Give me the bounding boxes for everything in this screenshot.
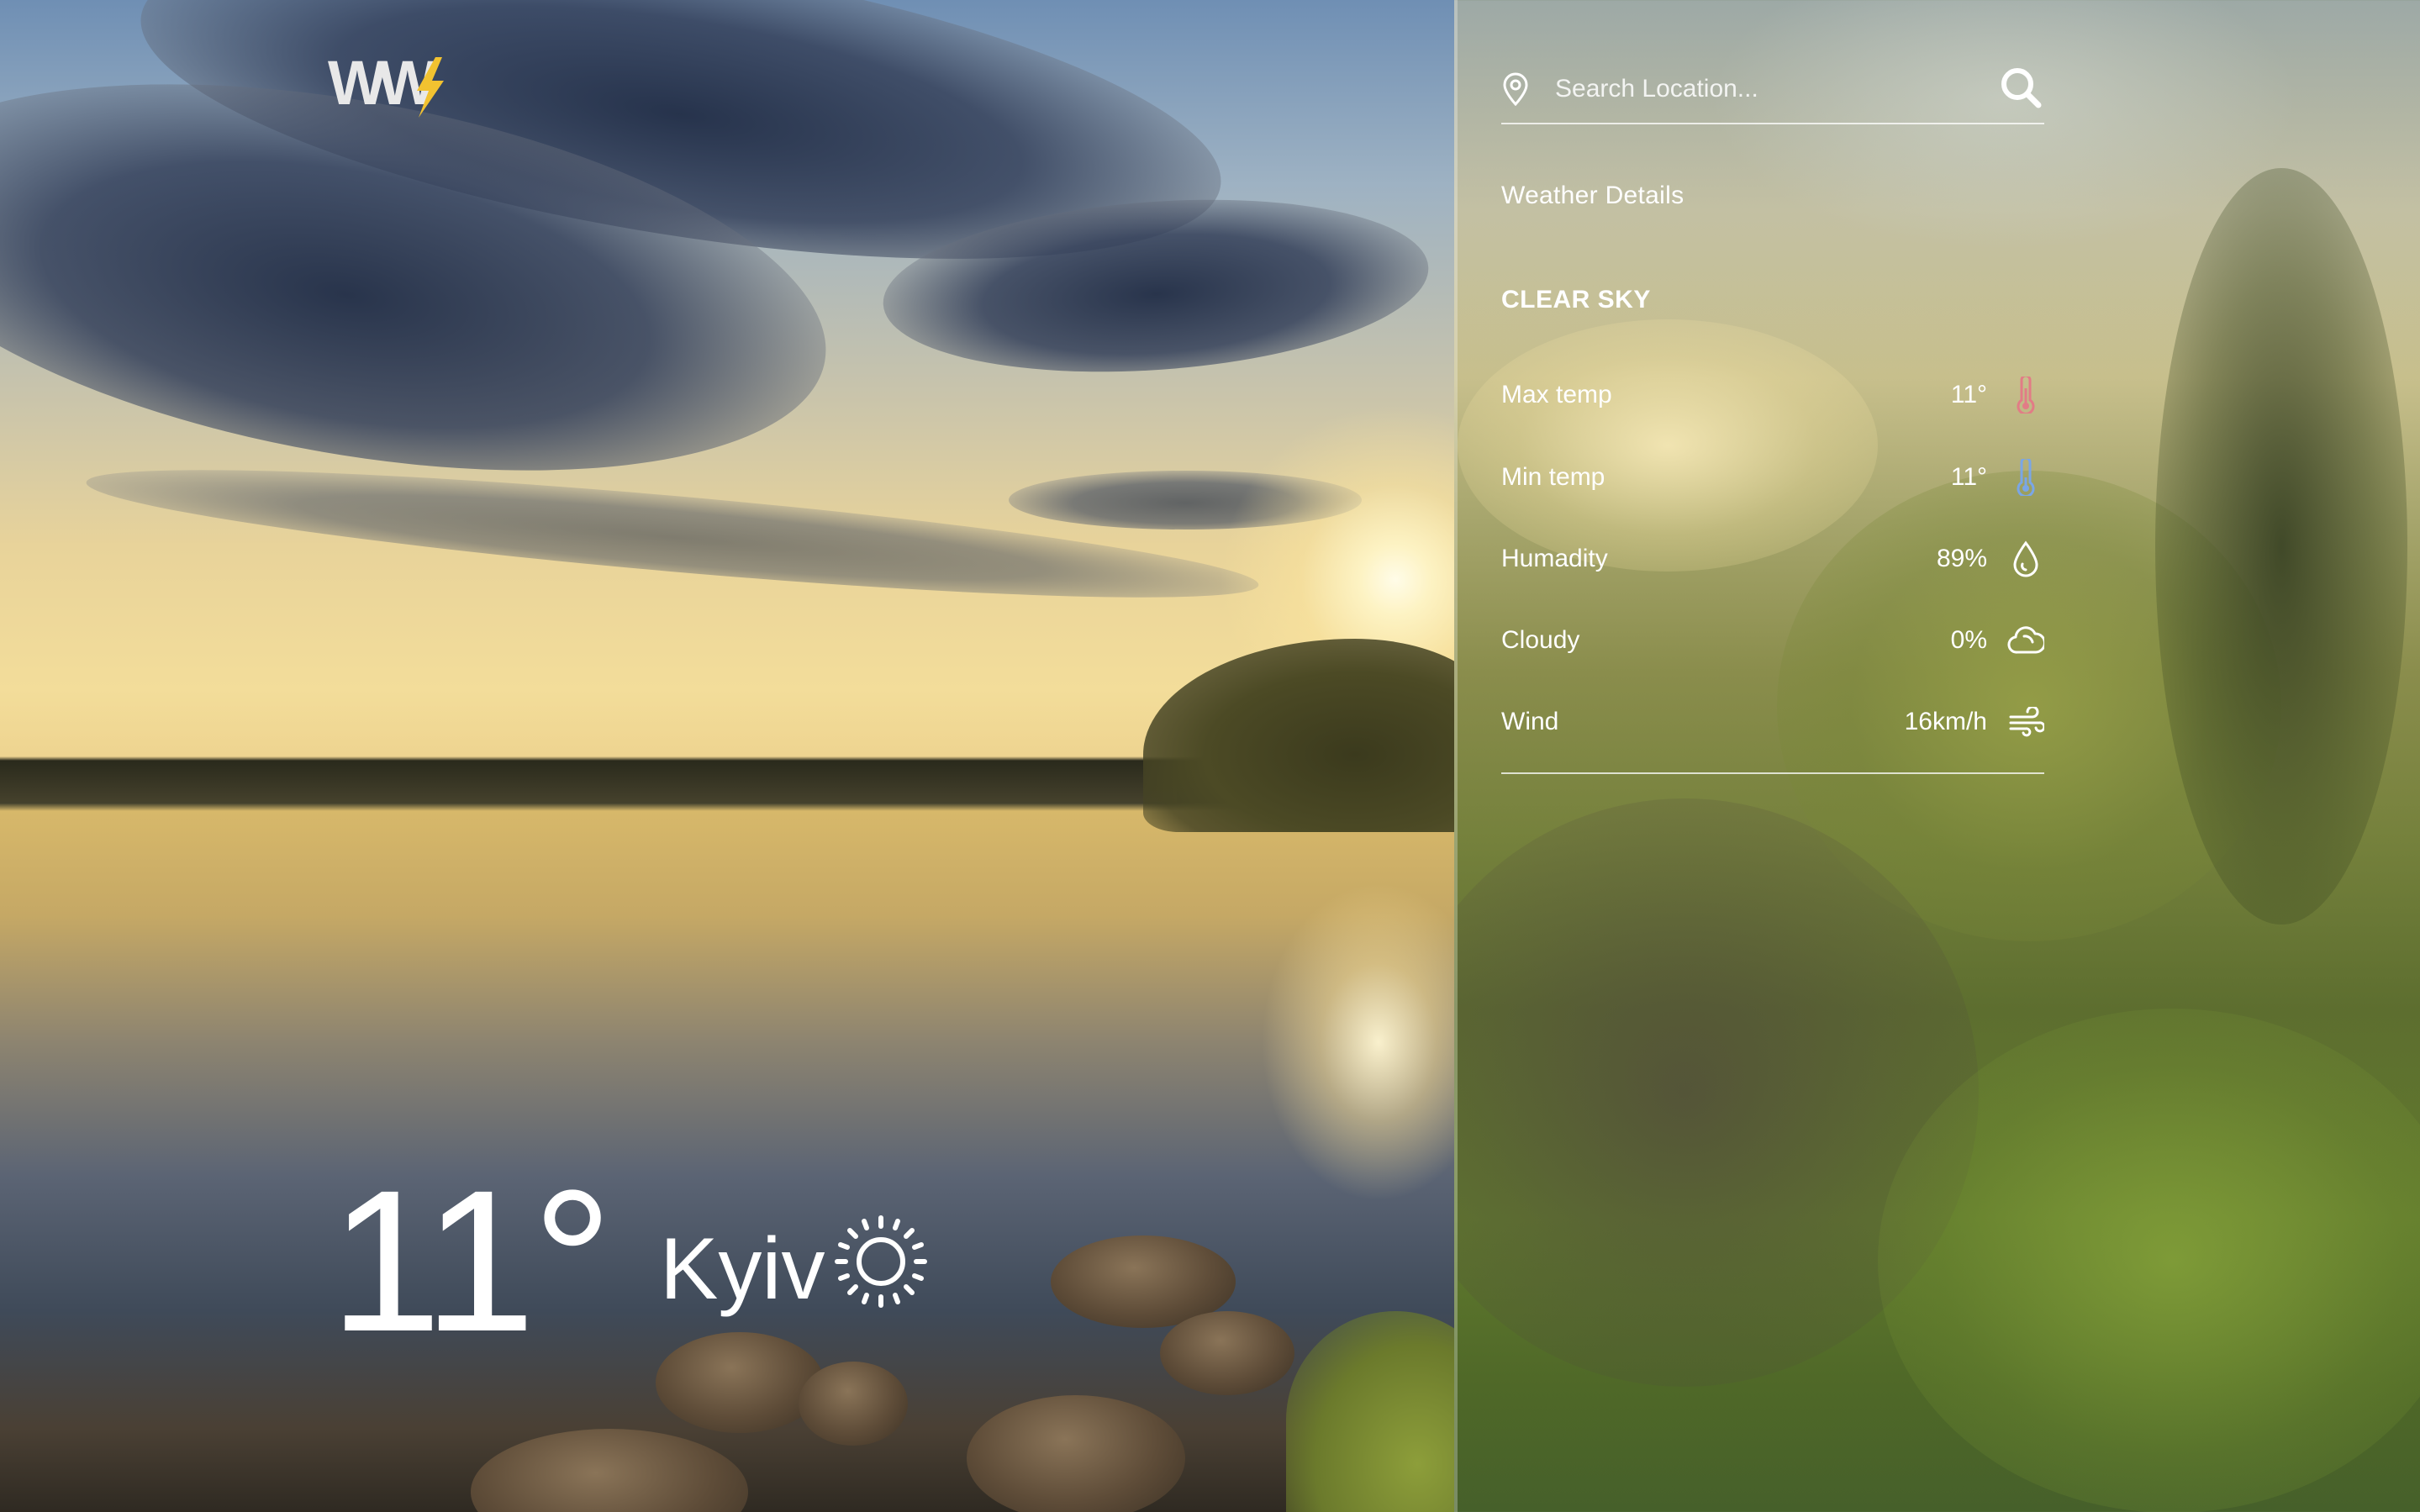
detail-value: 11° xyxy=(1950,380,1987,408)
weather-condition: CLEAR SKY xyxy=(1501,286,1651,313)
detail-row-max-temp: Max temp 11° xyxy=(1501,353,2044,436)
detail-row-wind: Wind 16km/h xyxy=(1501,681,2044,762)
detail-label: Humadity xyxy=(1501,544,1608,572)
cloud-icon xyxy=(2007,622,2044,659)
weather-details-panel: Weather Details CLEAR SKY Max temp 11° xyxy=(1454,0,2420,1512)
detail-row-humidity: Humadity 89% xyxy=(1501,518,2044,599)
city-name: Kyiv xyxy=(660,1220,825,1318)
droplet-icon xyxy=(2007,540,2044,577)
detail-label: Wind xyxy=(1501,707,1559,735)
detail-label: Cloudy xyxy=(1501,625,1580,654)
thermometer-hot-icon xyxy=(2007,376,2044,414)
location-pin-icon xyxy=(1503,72,1528,106)
current-temperature: 11° xyxy=(330,1148,613,1373)
detail-value: 0% xyxy=(1950,625,1987,654)
details-divider xyxy=(1501,772,2044,774)
detail-label: Max temp xyxy=(1501,380,1612,408)
weather-details-list: Max temp 11° Min temp 11° Humadity 89% C… xyxy=(1501,353,2044,762)
weather-details-title: Weather Details xyxy=(1501,182,1685,209)
detail-value: 16km/h xyxy=(1904,707,1987,735)
thermometer-cold-icon xyxy=(2007,458,2044,496)
app-logo[interactable]: WW xyxy=(328,48,454,119)
search-input[interactable] xyxy=(1553,67,1974,111)
detail-row-min-temp: Min temp 11° xyxy=(1501,436,2044,518)
detail-row-cloudy: Cloudy 0% xyxy=(1501,599,2044,681)
search-bar xyxy=(1501,59,2044,124)
sun-icon xyxy=(835,1215,927,1308)
detail-label: Min temp xyxy=(1501,462,1605,491)
detail-value: 89% xyxy=(1936,544,1987,572)
search-button[interactable] xyxy=(1997,64,2044,111)
logo-mark: WW xyxy=(328,48,446,118)
wind-icon xyxy=(2007,703,2044,740)
search-icon xyxy=(2001,68,2042,108)
detail-value: 11° xyxy=(1950,462,1987,491)
weather-app: WW 11° Kyiv Search Location... Weather D… xyxy=(0,0,2420,1512)
